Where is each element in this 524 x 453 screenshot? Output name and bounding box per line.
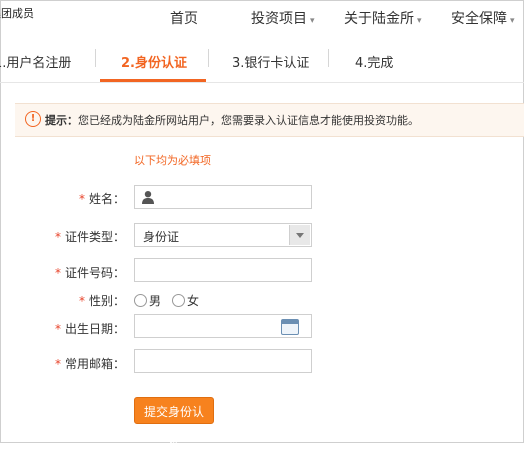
calendar-icon[interactable] — [281, 319, 299, 335]
nav-home-label: 首页 — [170, 11, 198, 27]
top-navigation: 集团成员 首页 投资项目▾ 关于陆金所▾ 安全保障▾ — [0, 0, 524, 38]
submit-identity-button[interactable]: 提交身份认证 — [134, 397, 214, 446]
email-label: * 常用邮箱： — [5, 355, 125, 372]
required-star: * — [78, 192, 85, 206]
registration-steps: 1.用户名注册 2.身份认证 3.银行卡认证 4.完成 — [0, 38, 524, 83]
required-star: * — [78, 294, 85, 308]
chevron-down-icon: ▾ — [417, 16, 422, 26]
gender-male-radio[interactable] — [134, 294, 147, 307]
exclamation-icon: ! — [25, 111, 41, 127]
id-number-label: * 证件号码： — [5, 264, 125, 281]
nav-home[interactable]: 首页 — [170, 8, 198, 28]
step-bank-card-verification: 3.银行卡认证 — [232, 56, 310, 71]
gender-label-text: 性别： — [88, 294, 125, 308]
required-star: * — [54, 266, 61, 280]
active-step-indicator — [100, 79, 206, 82]
name-label-text: 姓名： — [88, 192, 125, 206]
nav-security[interactable]: 安全保障 ▾ — [451, 8, 515, 28]
id-type-select[interactable]: 身份证 — [134, 223, 312, 247]
nav-security-label: 安全保障 — [451, 11, 507, 27]
step-username-registration: 1.用户名注册 — [0, 56, 72, 71]
nav-investment-label: 投资项目 — [251, 11, 307, 27]
required-star: * — [54, 322, 61, 336]
required-star: * — [54, 357, 61, 371]
required-star: * — [54, 230, 61, 244]
person-icon — [142, 191, 154, 204]
birth-date-label-text: 出生日期： — [64, 322, 125, 336]
id-type-label: * 证件类型： — [5, 228, 125, 245]
notice-prefix: 提示： — [45, 114, 78, 127]
nav-about-label: 关于陆金所 — [344, 11, 414, 27]
birth-date-label: * 出生日期： — [5, 320, 125, 337]
chevron-down-icon: ▾ — [510, 16, 515, 26]
notice-text: 提示：您已经成为陆金所网站用户，您需要录入认证信息才能使用投资功能。 — [45, 112, 419, 128]
nav-investment-projects[interactable]: 投资项目 ▾ — [251, 8, 315, 28]
gender-radio-group: 男 女 — [134, 294, 254, 308]
id-type-label-text: 证件类型： — [64, 230, 125, 244]
notice-message: 您已经成为陆金所网站用户，您需要录入认证信息才能使用投资功能。 — [78, 114, 419, 127]
dropdown-arrow-icon[interactable] — [289, 225, 310, 245]
step-divider — [95, 49, 96, 67]
step-complete: 4.完成 — [355, 56, 394, 71]
gender-female-label[interactable]: 女 — [187, 292, 199, 309]
step-identity-verification: 2.身份认证 — [121, 56, 187, 71]
id-number-field[interactable] — [134, 258, 312, 282]
notice-banner: ! 提示：您已经成为陆金所网站用户，您需要录入认证信息才能使用投资功能。 — [15, 103, 524, 137]
step-divider — [328, 49, 329, 67]
email-field[interactable] — [134, 349, 312, 373]
name-label: * 姓名： — [5, 190, 125, 207]
gender-female-radio[interactable] — [172, 294, 185, 307]
id-number-input[interactable] — [135, 259, 311, 281]
email-label-text: 常用邮箱： — [64, 357, 125, 371]
required-fields-note: 以下均为必填项 — [134, 154, 211, 167]
id-type-selected-value: 身份证 — [143, 230, 180, 244]
name-field[interactable] — [134, 185, 312, 209]
nav-about[interactable]: 关于陆金所 ▾ — [344, 8, 422, 28]
chevron-down-icon: ▾ — [310, 16, 315, 26]
birth-date-field[interactable] — [134, 314, 312, 338]
group-member-label: 集团成员 — [0, 7, 34, 20]
id-number-label-text: 证件号码： — [64, 266, 125, 280]
email-input[interactable] — [135, 350, 311, 372]
gender-male-label[interactable]: 男 — [149, 292, 161, 309]
gender-label: * 性别： — [5, 292, 125, 309]
name-input[interactable] — [135, 186, 311, 208]
step-divider — [208, 49, 209, 67]
